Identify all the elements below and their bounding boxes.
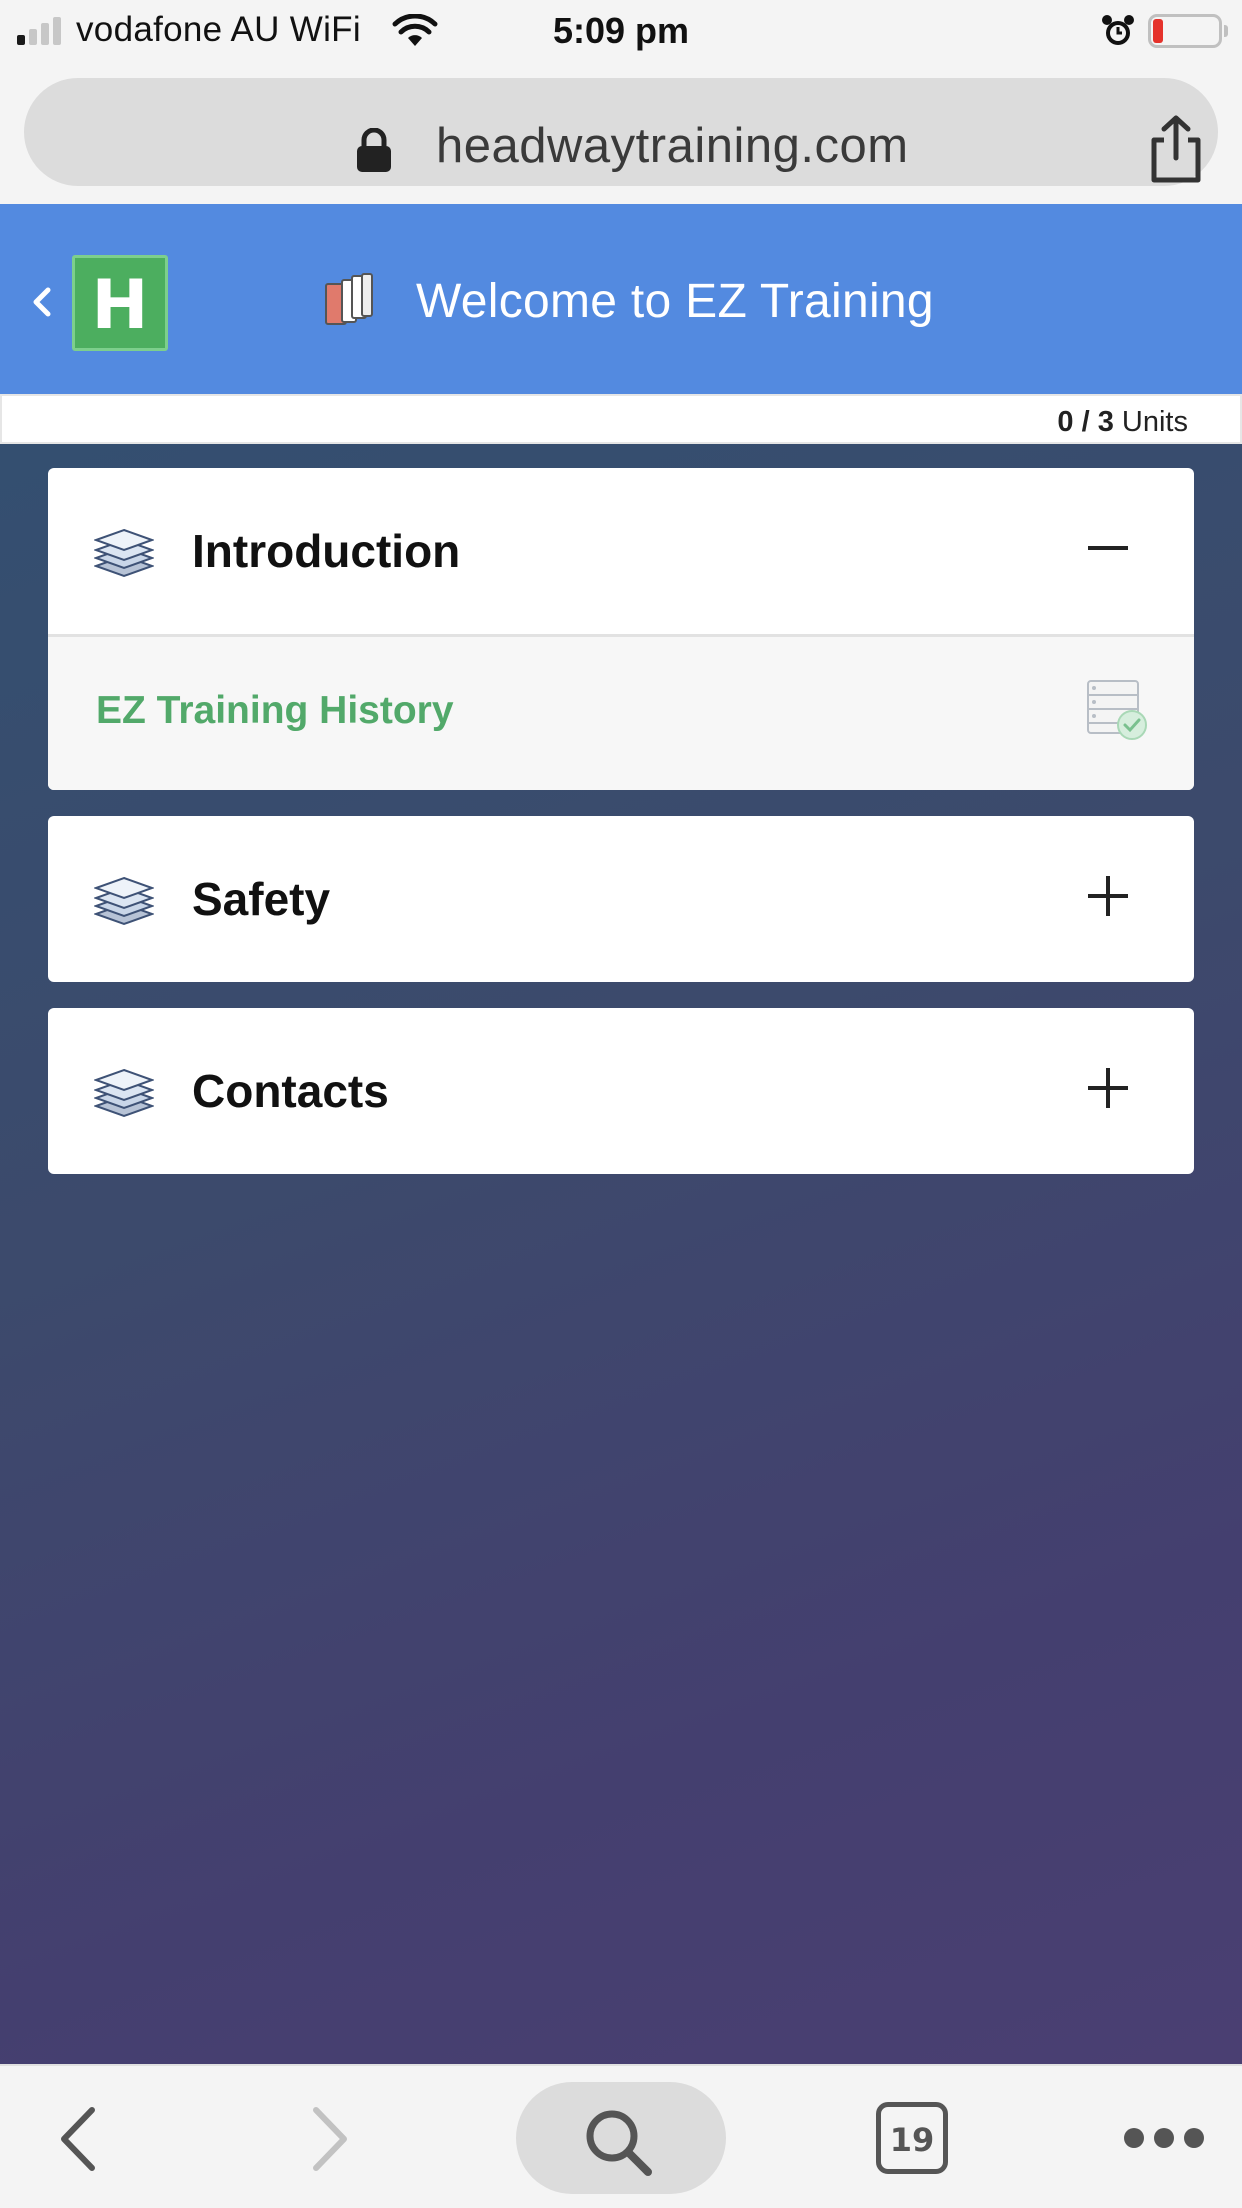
module-title: Introduction — [192, 525, 461, 577]
unit-row-ez-training-history[interactable]: EZ Training History — [48, 634, 1194, 790]
module-card-introduction: Introduction EZ Training History — [48, 468, 1194, 790]
lock-icon — [357, 128, 391, 172]
search-icon — [586, 2110, 652, 2176]
units-total: 3 — [1097, 406, 1114, 438]
layers-stack-icon — [94, 528, 154, 578]
back-arrow-icon[interactable] — [56, 2104, 100, 2174]
tabs-icon[interactable]: 19 — [876, 2102, 948, 2174]
search-button[interactable] — [516, 2082, 726, 2194]
browser-toolbar: 19 — [0, 2064, 1242, 2208]
module-title: Safety — [192, 873, 331, 925]
module-header-introduction[interactable]: Introduction — [48, 468, 1194, 634]
collapse-minus-icon[interactable] — [1088, 528, 1128, 568]
units-completed: 0 — [1057, 406, 1074, 438]
module-title: Contacts — [192, 1065, 389, 1117]
layers-stack-icon — [94, 1068, 154, 1118]
page-title: Welcome to EZ Training — [416, 275, 934, 328]
unit-checklist-complete-icon — [1087, 680, 1147, 740]
app-header: H Welcome to EZ Training — [0, 204, 1242, 394]
units-separator: / — [1081, 406, 1090, 438]
address-bar[interactable]: headwaytraining.com — [24, 78, 1218, 186]
units-label: Units — [1121, 406, 1188, 438]
module-card-contacts: Contacts — [48, 1008, 1194, 1174]
tab-count: 19 — [889, 2121, 935, 2159]
books-icon — [325, 273, 373, 325]
wifi-icon — [392, 14, 438, 46]
expand-plus-icon[interactable] — [1088, 876, 1128, 916]
layers-stack-icon — [94, 876, 154, 926]
url-text: headwaytraining.com — [436, 119, 909, 173]
more-icon[interactable] — [1124, 2128, 1204, 2148]
alarm-icon — [1102, 15, 1134, 45]
status-time: 5:09 pm — [553, 10, 690, 51]
signal-strength-icon — [17, 17, 65, 45]
share-icon[interactable] — [1146, 114, 1206, 184]
progress-text: 0 / 3 Units — [1057, 406, 1188, 439]
back-chevron-icon[interactable] — [30, 284, 54, 320]
unit-title: EZ Training History — [96, 689, 454, 732]
module-card-safety: Safety — [48, 816, 1194, 982]
headway-logo[interactable]: H — [72, 255, 168, 351]
carrier-name: vodafone AU WiFi — [76, 10, 361, 49]
expand-plus-icon[interactable] — [1088, 1068, 1128, 1108]
units-progress: 0 / 3 Units — [0, 394, 1242, 444]
module-header-safety[interactable]: Safety — [48, 816, 1194, 982]
module-list: Introduction EZ Training History Safety … — [0, 444, 1242, 2064]
module-header-contacts[interactable]: Contacts — [48, 1008, 1194, 1174]
battery-icon — [1148, 14, 1228, 48]
status-bar: vodafone AU WiFi 5:09 pm — [0, 0, 1242, 60]
forward-arrow-icon[interactable] — [308, 2104, 352, 2174]
browser-address-area: headwaytraining.com — [0, 60, 1242, 204]
logo-letter: H — [91, 266, 149, 345]
